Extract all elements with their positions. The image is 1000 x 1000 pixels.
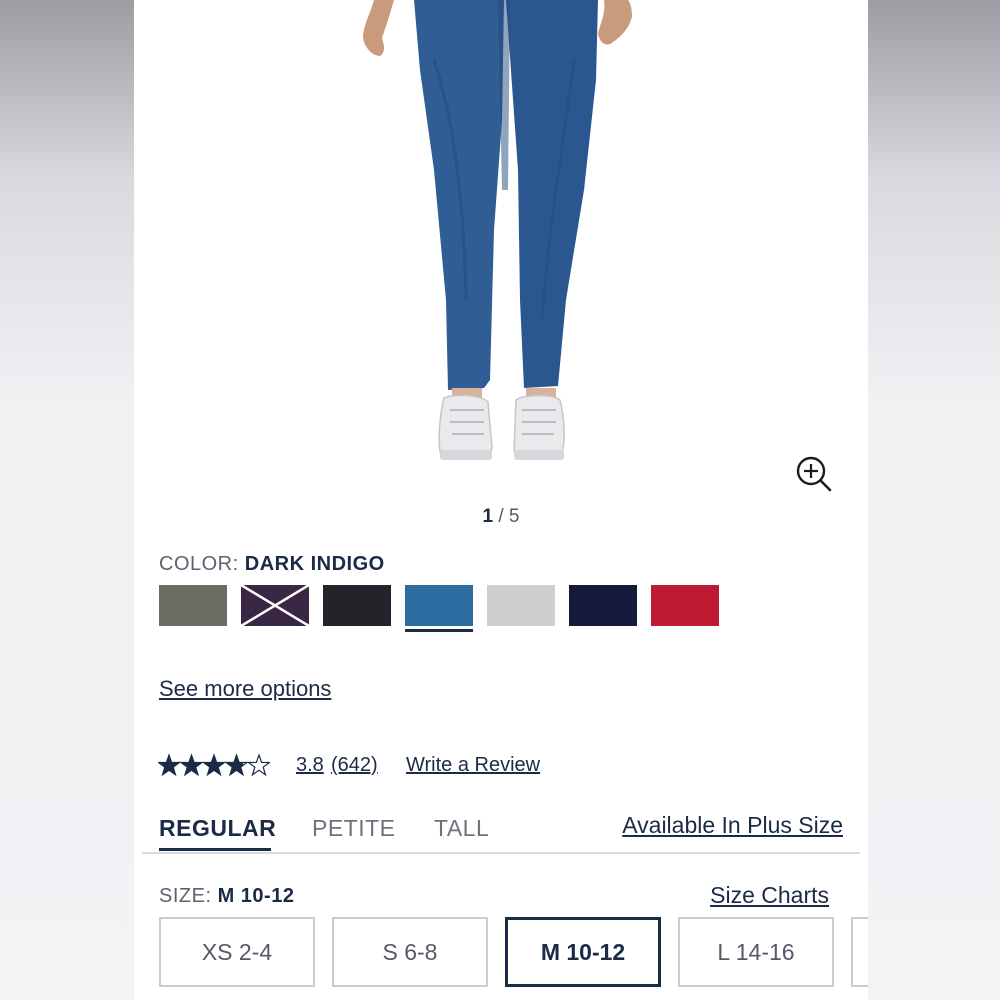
- star-5: [247, 754, 270, 776]
- plus-size-link[interactable]: Available In Plus Size: [622, 812, 843, 839]
- size-label-prefix: SIZE:: [159, 885, 212, 907]
- color-swatch-2-unavailable[interactable]: [241, 585, 309, 626]
- size-option-next-partial[interactable]: [851, 917, 868, 987]
- product-panel: 1 / 5 COLOR: DARK INDIGO See more option…: [134, 0, 868, 1000]
- product-image: [134, 0, 868, 500]
- active-tab-indicator: [159, 848, 271, 851]
- size-option-xs[interactable]: XS 2-4: [159, 917, 315, 987]
- background-right: [868, 0, 1000, 1000]
- rating-stars: [158, 754, 270, 776]
- size-charts-link[interactable]: Size Charts: [710, 882, 829, 909]
- size-option-s[interactable]: S 6-8: [332, 917, 488, 987]
- tab-regular[interactable]: REGULAR: [159, 815, 276, 842]
- size-option-l[interactable]: L 14-16: [678, 917, 834, 987]
- color-label-prefix: COLOR:: [159, 553, 239, 575]
- color-swatch-7[interactable]: [651, 585, 719, 626]
- write-review-link[interactable]: Write a Review: [406, 754, 540, 777]
- pager-separator: /: [498, 506, 504, 527]
- star-2: [180, 754, 203, 776]
- tab-petite[interactable]: PETITE: [312, 815, 396, 842]
- review-count-link[interactable]: (642): [331, 754, 378, 777]
- size-option-m-selected[interactable]: M 10-12: [505, 917, 661, 987]
- unavailable-cross-icon: [241, 585, 309, 626]
- color-swatch-1[interactable]: [159, 585, 227, 626]
- tabs-divider: [142, 852, 860, 854]
- color-swatch-6[interactable]: [569, 585, 637, 626]
- zoom-in-icon[interactable]: [794, 454, 834, 494]
- star-3: [202, 754, 226, 776]
- pager-current: 1: [482, 506, 494, 527]
- rating-value-link[interactable]: 3.8: [296, 754, 324, 777]
- color-label: COLOR: DARK INDIGO: [159, 553, 385, 576]
- background-left: [0, 0, 134, 1000]
- color-swatch-3[interactable]: [323, 585, 391, 626]
- star-1: [158, 754, 181, 776]
- star-4: [225, 754, 248, 776]
- color-swatch-4-selected[interactable]: [405, 585, 473, 632]
- image-pager: 1 / 5: [134, 506, 868, 528]
- selected-size: M 10-12: [217, 885, 295, 907]
- selected-color-name: DARK INDIGO: [244, 553, 385, 575]
- size-label: SIZE: M 10-12: [159, 885, 294, 908]
- pager-total: 5: [508, 506, 520, 527]
- color-swatch-5[interactable]: [487, 585, 555, 626]
- tab-tall[interactable]: TALL: [434, 815, 489, 842]
- see-more-options-link[interactable]: See more options: [159, 676, 331, 702]
